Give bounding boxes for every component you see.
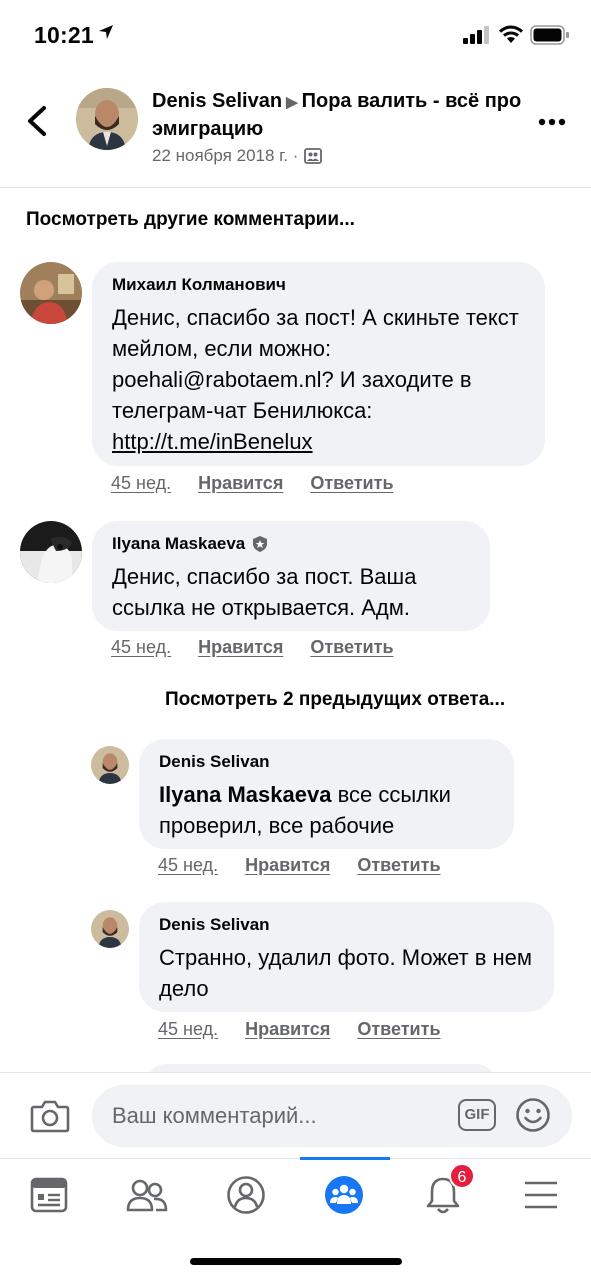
reply-button[interactable]: Ответить (357, 1019, 440, 1040)
comment-actions: 45 нед. Нравится Ответить (111, 473, 394, 494)
comment-input[interactable]: Ваш комментарий... GIF (92, 1085, 572, 1147)
reply-avatar[interactable] (91, 910, 129, 948)
like-button[interactable]: Нравится (198, 637, 283, 658)
like-button[interactable]: Нравится (198, 473, 283, 494)
tab-menu[interactable] (516, 1173, 566, 1217)
battery-icon (530, 25, 569, 45)
comment-text: Денис, спасибо за пост! А скиньте текст … (112, 305, 519, 454)
friends-icon (126, 1179, 168, 1212)
tab-profile[interactable] (221, 1173, 271, 1217)
post-date[interactable]: 22 ноября 2018 г. · (152, 146, 298, 166)
gif-button[interactable]: GIF (458, 1099, 496, 1131)
wifi-icon (499, 25, 523, 43)
tab-groups[interactable] (319, 1173, 369, 1217)
commenter-name-row: Ilyana Maskaeva (112, 533, 470, 555)
emoji-icon[interactable] (515, 1097, 551, 1133)
reply-actions: 45 нед. Нравится Ответить (158, 1019, 441, 1040)
commenter-name[interactable]: Михаил Колманович (112, 274, 525, 296)
comment-time[interactable]: 45 нед. (158, 1019, 218, 1040)
reply-button[interactable]: Ответить (310, 637, 393, 658)
reply-actions: 45 нед. Нравится Ответить (158, 855, 441, 876)
comment-time[interactable]: 45 нед. (111, 473, 171, 494)
more-options-icon[interactable] (538, 118, 566, 126)
back-arrow-icon[interactable] (22, 104, 52, 138)
author-avatar[interactable] (76, 88, 138, 150)
author-name[interactable]: Denis Selivan (152, 90, 282, 112)
home-indicator[interactable] (190, 1258, 402, 1265)
commenter-name[interactable]: Ilyana Maskaeva (112, 533, 245, 555)
comment-input-placeholder: Ваш комментарий... (112, 1103, 317, 1128)
status-time: 10:21 (34, 22, 94, 48)
comment-composer: Ваш комментарий... GIF (0, 1072, 591, 1158)
reply-text: Странно, удалил фото. Может в нем дело (159, 945, 533, 1001)
comment-link[interactable]: http://t.me/inBenelux (112, 429, 313, 454)
admin-badge-icon (253, 536, 268, 552)
comment-bubble: Ilyana Maskaeva Денис, спасибо за пост. … (92, 521, 490, 631)
reply-button[interactable]: Ответить (310, 473, 393, 494)
comment-actions: 45 нед. Нравится Ответить (111, 637, 394, 658)
news-feed-icon (30, 1177, 68, 1213)
signal-icon (463, 26, 489, 44)
post-header: Denis Selivan ▶ Пора валить - всё про эмиг… (0, 72, 591, 188)
reply-avatar[interactable] (91, 746, 129, 784)
profile-icon (227, 1176, 265, 1214)
commenter-name[interactable]: Denis Selivan (159, 751, 494, 773)
shared-to-arrow-icon: ▶ (286, 94, 298, 111)
status-bar: 10:21 (0, 0, 591, 72)
view-previous-replies-link[interactable]: Посмотреть 2 предыдущих ответа... (165, 689, 505, 711)
menu-hamburger-icon (525, 1181, 557, 1209)
comment-time[interactable]: 45 нед. (111, 637, 171, 658)
post-meta: 22 ноября 2018 г. · (152, 146, 323, 166)
location-icon (99, 25, 113, 39)
tab-friends[interactable] (122, 1173, 172, 1217)
tab-news-feed[interactable] (24, 1173, 74, 1217)
comment-text: Денис, спасибо за пост. Ваша ссылка не о… (112, 564, 417, 620)
reply-bubble: Denis Selivan Ilyana Maskaeva все ссылки… (139, 739, 514, 849)
active-tab-indicator (300, 1157, 390, 1160)
comment-time[interactable]: 45 нед. (158, 855, 218, 876)
mention-tag[interactable]: Ilyana Maskaeva (159, 782, 331, 807)
group-audience-icon (304, 148, 323, 164)
comment-bubble: Михаил Колманович Денис, спасибо за пост… (92, 262, 545, 466)
groups-icon (325, 1176, 363, 1214)
commenter-avatar[interactable] (20, 262, 82, 324)
reply-text: Ilyana Maskaeva все ссылки проверил, все… (159, 782, 451, 838)
view-more-comments-link[interactable]: Посмотреть другие комментарии... (26, 209, 355, 231)
like-button[interactable]: Нравится (245, 855, 330, 876)
post-title: Denis Selivan ▶ Пора валить - всё про эмиг… (152, 88, 522, 142)
like-button[interactable]: Нравится (245, 1019, 330, 1040)
reply-button[interactable]: Ответить (357, 855, 440, 876)
camera-icon[interactable] (30, 1099, 70, 1133)
commenter-name[interactable]: Denis Selivan (159, 914, 534, 936)
notification-badge: 6 (449, 1163, 475, 1189)
commenter-avatar[interactable] (20, 521, 82, 583)
reply-bubble: Denis Selivan Странно, удалил фото. Може… (139, 902, 554, 1012)
